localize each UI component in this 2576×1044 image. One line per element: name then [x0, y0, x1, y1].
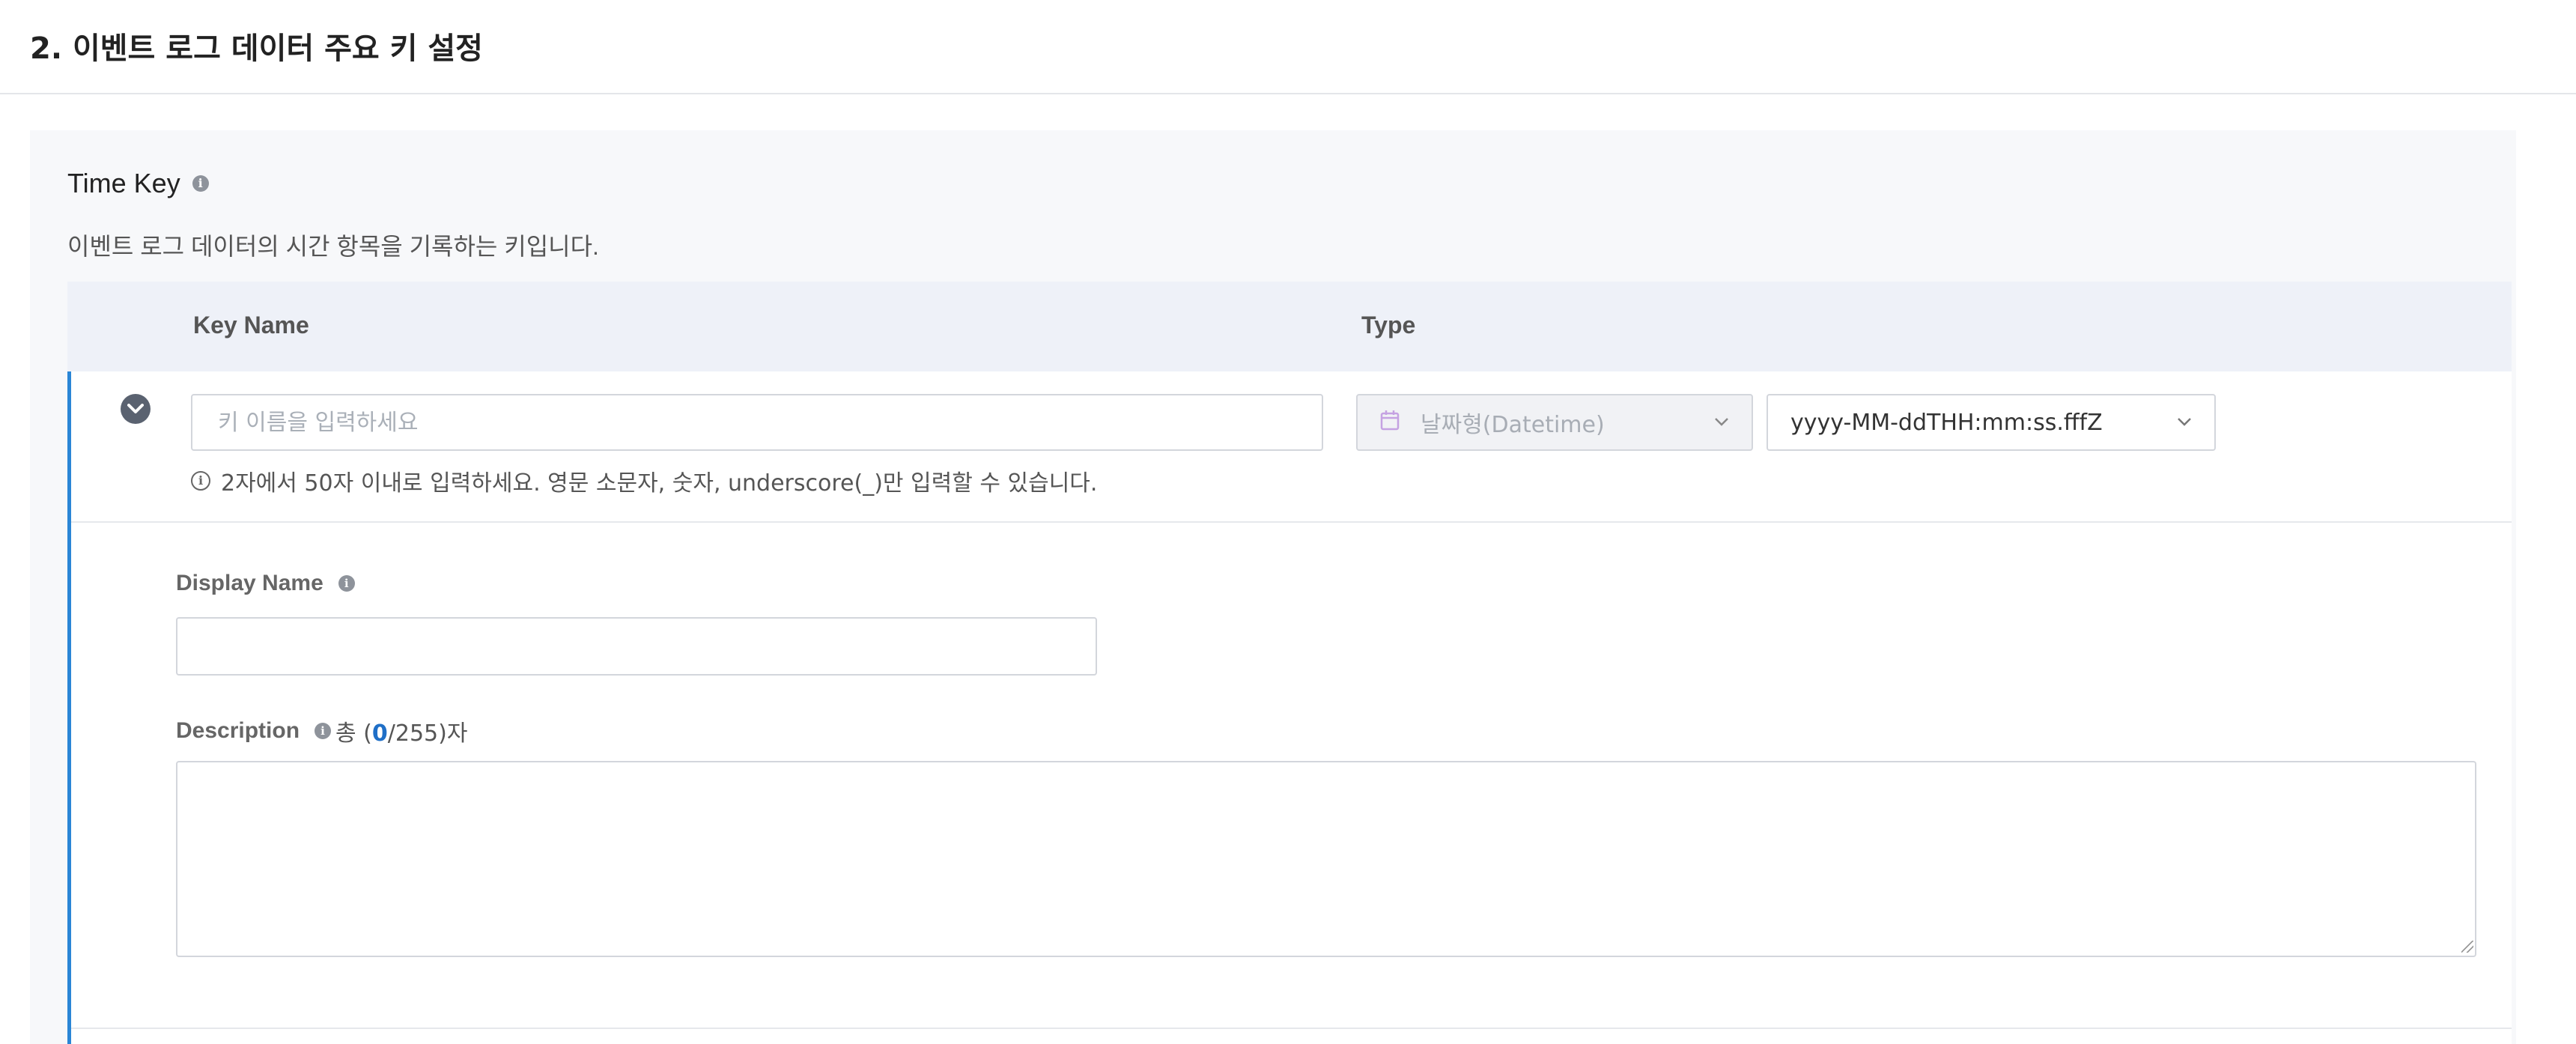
counter-prefix: 총 (	[335, 720, 372, 747]
table-row: i 2자에서 50자 이내로 입력하세요. 영문 소문자, 숫자, unders…	[67, 371, 2512, 1044]
resize-handle[interactable]	[2461, 941, 2473, 953]
info-circle-icon: i	[191, 471, 210, 491]
info-icon[interactable]: i	[192, 175, 209, 192]
description-label-text: Description	[176, 718, 300, 743]
format-select[interactable]: yyyy-MM-ddTHH:mm:ss.fffZ	[1767, 394, 2216, 451]
display-name-input[interactable]	[176, 617, 1097, 676]
info-icon[interactable]: i	[315, 723, 332, 739]
chevron-down-icon	[1714, 412, 1729, 431]
description-textarea[interactable]	[176, 761, 2476, 957]
counter-suffix: /255)자	[387, 720, 468, 747]
chevron-down-icon	[2177, 412, 2192, 431]
key-name-hint: i 2자에서 50자 이내로 입력하세요. 영문 소문자, 숫자, unders…	[191, 464, 1097, 497]
key-table: Key Name Type i 2자에서 50자 이내로 입력하세요. 영문 소…	[67, 282, 2512, 1044]
section-title: Time Key i	[67, 168, 209, 199]
format-select-value: yyyy-MM-ddTHH:mm:ss.fffZ	[1790, 409, 2103, 436]
char-counter: 총 (0/255)자	[335, 714, 467, 747]
calendar-icon	[1380, 410, 1400, 436]
display-name-label-text: Display Name	[176, 571, 323, 595]
section-description: 이벤트 로그 데이터의 시간 항목을 기록하는 키입니다.	[67, 233, 599, 260]
type-select[interactable]: 날짜형(Datetime)	[1356, 394, 1753, 451]
section-title-text: Time Key	[67, 168, 180, 198]
key-name-input[interactable]	[191, 394, 1323, 451]
row-detail: Display Name i Description i 총 (0/255)자	[71, 523, 2512, 1044]
page-header: 2. 이벤트 로그 데이터 주요 키 설정	[0, 0, 2576, 94]
description-label: Description i 총 (0/255)자	[176, 714, 467, 747]
display-name-label: Display Name i	[176, 571, 355, 596]
type-select-value: 날짜형(Datetime)	[1421, 412, 1605, 438]
counter-current: 0	[371, 720, 388, 747]
column-header-key-name: Key Name	[193, 312, 309, 339]
table-header: Key Name Type	[67, 282, 2512, 371]
page-title: 2. 이벤트 로그 데이터 주요 키 설정	[30, 31, 483, 66]
row-main: i 2자에서 50자 이내로 입력하세요. 영문 소문자, 숫자, unders…	[71, 371, 2512, 523]
column-header-type: Type	[1361, 312, 1416, 339]
info-icon[interactable]: i	[338, 575, 355, 592]
chevron-down-circle-icon[interactable]	[121, 394, 151, 424]
hint-text: 2자에서 50자 이내로 입력하세요. 영문 소문자, 숫자, undersco…	[221, 470, 1098, 497]
divider	[71, 1028, 2512, 1029]
time-key-section: Time Key i 이벤트 로그 데이터의 시간 항목을 기록하는 키입니다.…	[30, 130, 2516, 1044]
